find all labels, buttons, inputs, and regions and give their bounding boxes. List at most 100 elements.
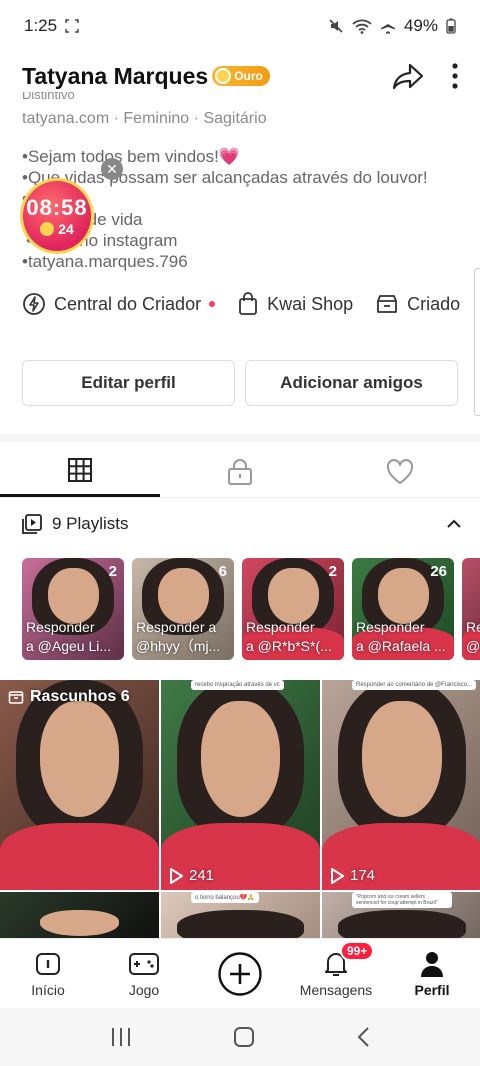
view-count: 174	[350, 867, 376, 884]
more-options-icon[interactable]	[452, 63, 458, 89]
playlist-count: 2	[108, 563, 117, 580]
grid-icon	[68, 458, 92, 482]
playlist-count: 6	[218, 563, 227, 580]
tab-liked[interactable]	[320, 446, 480, 497]
playlist-card[interactable]: 2 Responder a @Ageu Li...	[22, 558, 124, 660]
gender-label: Feminino	[123, 110, 190, 127]
playlist-caption: a @Ageu Li...	[26, 638, 112, 654]
level-badge[interactable]: Ouro	[212, 66, 270, 86]
close-widget-icon[interactable]: ✕	[101, 158, 123, 180]
kwai-shop-link[interactable]: Kwai Shop	[237, 292, 353, 316]
shopping-bag-icon	[239, 292, 257, 315]
creator-center-link[interactable]: Central do Criador	[22, 292, 216, 316]
playlist-caption: a @Rafaela ...	[356, 638, 446, 654]
notification-dot	[209, 301, 216, 307]
share-icon[interactable]	[392, 62, 424, 90]
nav-profile[interactable]: Perfil	[384, 939, 480, 1008]
playlist-count: 26	[430, 563, 447, 580]
playlist-card[interactable]: Re @V	[462, 558, 480, 660]
airplane-icon	[380, 19, 395, 34]
live-timer: 08:58	[26, 195, 88, 220]
nav-profile-label: Perfil	[414, 981, 450, 998]
notification-badge: 99+	[340, 941, 375, 961]
content-tabs	[0, 446, 480, 498]
playlist-caption: Responder	[26, 619, 95, 635]
creator-center-label: Central do Criador	[54, 293, 202, 314]
video-thumbnail[interactable]: Responder ao comentário de @Francisco...…	[322, 680, 480, 890]
playlist-caption: @V	[466, 638, 480, 654]
coin-count: 24	[58, 221, 74, 237]
bolt-icon	[23, 293, 45, 315]
play-icon	[170, 867, 183, 884]
comment-sticker: "Popcorn and ice cream sellers sentenced…	[352, 892, 452, 908]
comment-sticker: recebo inspiração através de vc	[191, 680, 284, 690]
scrollbar[interactable]	[474, 268, 480, 416]
playlist-caption: a @R*b*S*(...	[246, 638, 332, 654]
comment-sticker: o tiorro balançou💔🙏	[191, 892, 259, 903]
store-icon	[377, 295, 398, 313]
plus-circle-icon	[218, 951, 262, 996]
nav-create[interactable]	[192, 939, 288, 1008]
playlist-carousel: 2 Responder a @Ageu Li... 6 Responder a @h…	[22, 558, 480, 660]
home-button-icon[interactable]	[233, 1026, 255, 1048]
coin-icon	[40, 222, 55, 236]
website-link[interactable]: tatyana.com	[22, 110, 109, 127]
tab-private[interactable]	[160, 446, 320, 497]
playlist-count: 2	[328, 563, 337, 580]
add-friends-button[interactable]: Adicionar amigos	[245, 360, 458, 406]
video-thumbnail[interactable]: o tiorro balançou💔🙏	[161, 892, 320, 938]
heart-icon	[386, 458, 414, 484]
nav-messages-label: Mensagens	[299, 981, 373, 998]
playlist-card[interactable]: 26 Responder a @Rafaela ...	[352, 558, 454, 660]
mute-icon	[329, 19, 343, 33]
recent-apps-icon[interactable]	[110, 1027, 132, 1047]
nav-home[interactable]: Início	[0, 939, 96, 1008]
section-divider	[0, 434, 480, 442]
home-icon	[36, 952, 60, 975]
nav-messages[interactable]: 99+ Mensagens	[288, 939, 384, 1008]
profile-meta: tatyana.com · Feminino · Sagitário	[22, 110, 267, 127]
playlist-caption: Responder a	[136, 619, 217, 635]
chevron-up-icon[interactable]	[446, 519, 462, 529]
coin-icon	[215, 68, 232, 84]
playlist-caption: Responder	[246, 619, 315, 635]
video-thumbnail[interactable]: "Popcorn and ice cream sellers sentenced…	[322, 892, 480, 938]
drafts-cell[interactable]: Rascunhos 6	[0, 680, 159, 890]
creator-store-label: Criado	[407, 293, 461, 314]
gamepad-icon	[129, 952, 159, 975]
drafts-icon	[8, 691, 24, 704]
profile-name: Tatyana Marques	[22, 62, 209, 89]
bio-line: •tatyana.marques.796	[22, 252, 188, 271]
nav-game[interactable]: Jogo	[96, 939, 192, 1008]
video-thumbnail[interactable]	[0, 892, 159, 938]
video-grid: Rascunhos 6 recebo inspiração através de…	[0, 680, 480, 938]
playlist-card[interactable]: 2 Responder a @R*b*S*(...	[242, 558, 344, 660]
person-icon	[421, 951, 443, 977]
tab-posts[interactable]	[0, 446, 160, 497]
comment-sticker: Responder ao comentário de @Francisco...	[352, 680, 477, 690]
playlist-card[interactable]: 6 Responder a @hhyy（mj...	[132, 558, 234, 660]
kwai-shop-label: Kwai Shop	[267, 293, 354, 314]
playlists-title: 9 Playlists	[52, 514, 129, 533]
view-count: 241	[189, 867, 215, 884]
video-thumbnail[interactable]: recebo inspiração através de vc 241	[161, 680, 320, 890]
creator-store-link[interactable]: Criado	[375, 292, 460, 316]
nav-home-label: Início	[31, 981, 65, 998]
partial-line: Distintivo	[22, 92, 75, 102]
bio-line: •Sejam todos bem vindos!💗	[22, 147, 240, 166]
playlists-header[interactable]: 9 Playlists	[22, 514, 462, 534]
lock-icon	[228, 458, 252, 485]
battery-icon	[446, 18, 456, 34]
playlist-caption: @hhyy（mj...	[136, 638, 221, 654]
system-navigation-bar	[0, 1008, 480, 1066]
badge-label: Ouro	[234, 69, 263, 83]
playlist-caption: Responder	[356, 619, 425, 635]
screenshot-icon	[65, 19, 79, 33]
playlist-icon	[22, 514, 42, 534]
status-bar: 1:25 49%	[0, 0, 480, 52]
edit-profile-button[interactable]: Editar perfil	[22, 360, 235, 406]
playlist-caption: Re	[466, 619, 480, 635]
bio-line: •Que vidas possam ser alcançadas através…	[22, 168, 428, 187]
back-icon[interactable]	[356, 1026, 370, 1048]
live-timer-widget[interactable]: 08:58 24	[20, 178, 94, 254]
